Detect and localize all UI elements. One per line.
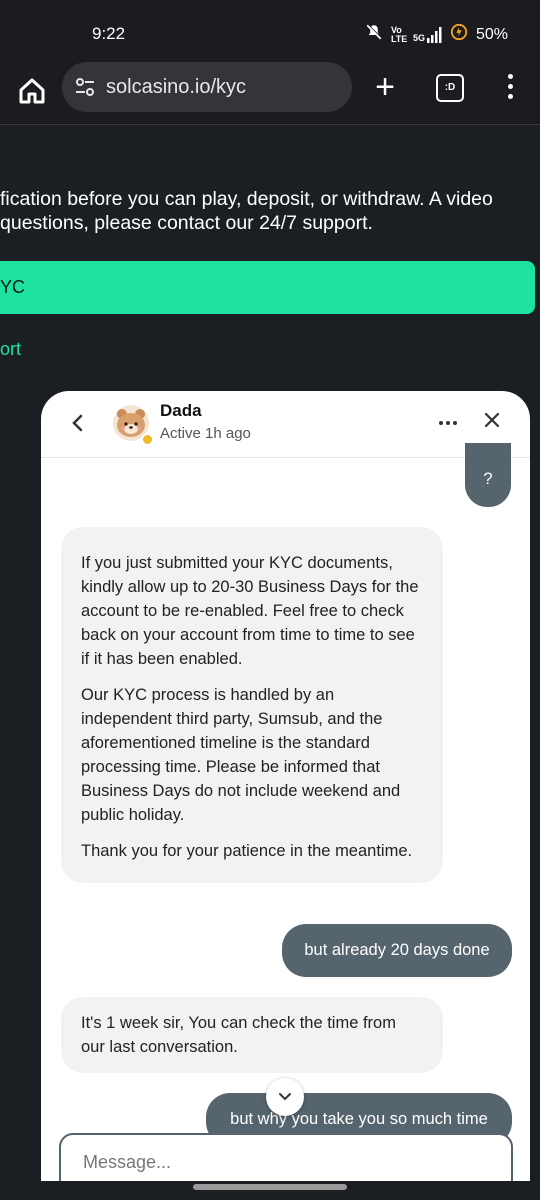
chat-widget: Dada Active 1h ago ? If you just submitt… xyxy=(41,391,530,1181)
back-icon[interactable] xyxy=(71,413,85,439)
chat-options-icon[interactable] xyxy=(439,421,457,425)
home-icon xyxy=(19,78,45,104)
mute-icon xyxy=(365,23,383,46)
message-input[interactable] xyxy=(81,1151,485,1174)
message-text: but already 20 days done xyxy=(304,941,490,959)
url-text: solcasino.io/kyc xyxy=(106,75,247,98)
message-text: It's 1 week sir, You can check the time … xyxy=(81,1014,396,1056)
plus-icon: + xyxy=(375,68,395,106)
tab-switcher-label: :D xyxy=(444,82,456,93)
page-text-line: fication before you can play, deposit, o… xyxy=(0,188,493,210)
agent-name: Dada xyxy=(160,401,202,420)
message-text: Our KYC process is handled by an indepen… xyxy=(81,686,401,824)
agent-status: Active 1h ago xyxy=(160,425,251,442)
kyc-button[interactable]: YC xyxy=(0,261,535,314)
battery-saver-icon xyxy=(450,23,468,46)
close-icon[interactable] xyxy=(483,409,501,435)
gesture-nav-bar[interactable] xyxy=(193,1184,347,1190)
message-bubble-agent: It's 1 week sir, You can check the time … xyxy=(61,997,443,1073)
status-time: 9:22 xyxy=(92,24,126,43)
signal-icon: 5G xyxy=(413,26,442,43)
volte-icon: Vo LTE xyxy=(390,24,408,44)
address-bar[interactable]: solcasino.io/kyc xyxy=(62,62,352,112)
support-link[interactable]: ort xyxy=(0,339,21,360)
home-button[interactable] xyxy=(16,75,48,107)
scroll-down-button[interactable] xyxy=(266,1078,304,1116)
tab-switcher-button[interactable]: :D xyxy=(436,74,464,102)
status-dot xyxy=(141,433,154,446)
page-description: fication before you can play, deposit, o… xyxy=(0,187,493,235)
message-bubble-user: ? xyxy=(465,443,511,507)
message-bubble-user: but already 20 days done xyxy=(282,924,512,977)
message-input-box[interactable] xyxy=(59,1133,513,1181)
more-options-icon[interactable] xyxy=(506,74,514,104)
browser-toolbar: solcasino.io/kyc + :D xyxy=(0,62,540,125)
battery-percent: 50% xyxy=(475,25,508,43)
message-text: ? xyxy=(483,470,493,488)
avatar xyxy=(113,405,154,446)
message-bubble-agent: If you just submitted your KYC documents… xyxy=(61,527,443,883)
chat-header: Dada Active 1h ago xyxy=(41,391,530,458)
chevron-down-icon xyxy=(279,1093,291,1101)
site-settings-icon[interactable] xyxy=(74,76,96,98)
message-text: but why you take you so much time xyxy=(230,1110,488,1128)
status-bar: 9:22 Vo LTE 5G 50% xyxy=(0,0,540,62)
page-text-line: questions, please contact our 24/7 suppo… xyxy=(0,212,373,234)
message-text: Thank you for your patience in the meant… xyxy=(81,842,413,860)
new-tab-button[interactable]: + xyxy=(370,70,400,104)
status-icons: Vo LTE 5G 50% xyxy=(365,23,508,46)
message-text: If you just submitted your KYC documents… xyxy=(81,554,419,668)
